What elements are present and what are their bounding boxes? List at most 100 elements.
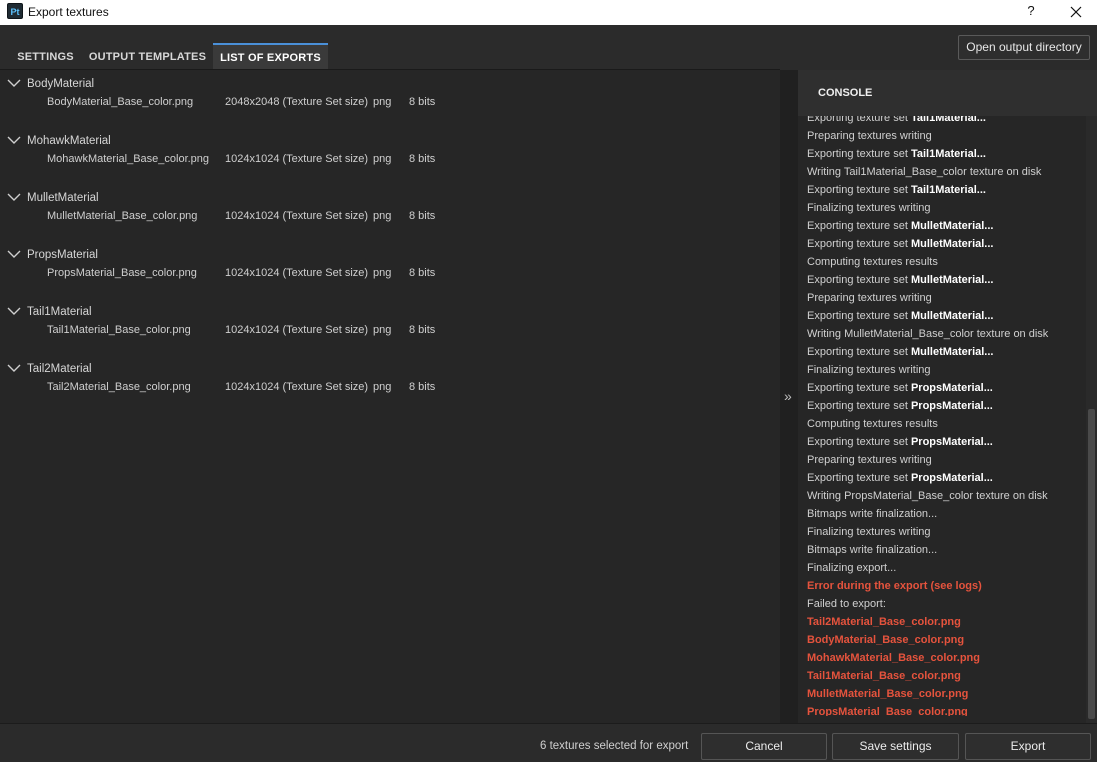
cancel-button[interactable]: Cancel	[701, 733, 827, 760]
file-size: 1024x1024 (Texture Set size)	[225, 381, 369, 393]
tab-bar: SETTINGS OUTPUT TEMPLATES LIST OF EXPORT…	[0, 25, 1097, 70]
console-error-line: PropsMaterial_Base_color.png	[807, 703, 968, 716]
export-group: MohawkMaterial MohawkMaterial_Base_color…	[0, 127, 780, 184]
chevron-down-icon[interactable]	[7, 77, 21, 89]
file-name: Tail1Material_Base_color.png	[47, 324, 191, 336]
console-line-text: Error during the export (see logs)	[807, 580, 982, 592]
console-line: Exporting texture set Tail1Material...	[807, 181, 986, 199]
export-file-row[interactable]: PropsMaterial_Base_color.png 1024x1024 (…	[0, 267, 780, 281]
console-line: Exporting texture set MulletMaterial...	[807, 217, 993, 235]
window-title: Export textures	[28, 5, 109, 19]
console-line: Bitmaps write finalization...	[807, 541, 937, 559]
export-button[interactable]: Export	[965, 733, 1091, 760]
group-header[interactable]: Tail1Material	[0, 304, 300, 320]
console-error-line: MohawkMaterial_Base_color.png	[807, 649, 980, 667]
export-group: Tail2Material Tail2Material_Base_color.p…	[0, 355, 780, 412]
console-line: Writing PropsMaterial_Base_color texture…	[807, 487, 1048, 505]
console-error-line: Tail1Material_Base_color.png	[807, 667, 961, 685]
console-scroll-thumb[interactable]	[1088, 409, 1095, 719]
console-line-text: Exporting texture set	[807, 400, 911, 412]
console-line: Computing textures results	[807, 415, 938, 433]
console-line-text: Preparing textures writing	[807, 292, 932, 304]
console-line-text: BodyMaterial_Base_color.png	[807, 634, 965, 646]
console-line: Exporting texture set PropsMaterial...	[807, 433, 993, 451]
export-file-row[interactable]: Tail1Material_Base_color.png 1024x1024 (…	[0, 324, 780, 338]
material-name: Tail1Material	[27, 306, 92, 318]
export-group: BodyMaterial BodyMaterial_Base_color.png…	[0, 70, 780, 127]
chevron-down-icon[interactable]	[7, 362, 21, 374]
console-title: CONSOLE	[818, 87, 873, 99]
console-line: Exporting texture set MulletMaterial...	[807, 271, 993, 289]
console-line: Bitmaps write finalization...	[807, 505, 937, 523]
material-name: MohawkMaterial	[27, 135, 111, 147]
console-line: Failed to export:	[807, 595, 886, 613]
chevron-down-icon[interactable]	[7, 134, 21, 146]
tab-list-of-exports[interactable]: LIST OF EXPORTS	[213, 43, 328, 70]
console-line: Exporting texture set Tail1Material...	[807, 145, 986, 163]
console-line-text: Exporting texture set	[807, 116, 911, 124]
export-file-row[interactable]: MohawkMaterial_Base_color.png 1024x1024 …	[0, 153, 780, 167]
file-name: BodyMaterial_Base_color.png	[47, 96, 194, 108]
console-line-texture-set: Tail1Material...	[910, 148, 986, 160]
group-header[interactable]: BodyMaterial	[0, 76, 300, 92]
chevron-down-icon[interactable]	[7, 305, 21, 317]
file-format: png	[373, 210, 392, 222]
console-scrollbar[interactable]	[1086, 116, 1097, 723]
help-button[interactable]: ?	[1021, 2, 1041, 22]
console-line-text: Exporting texture set	[807, 148, 911, 160]
group-header[interactable]: MulletMaterial	[0, 190, 300, 206]
console-line: Writing MulletMaterial_Base_color textur…	[807, 325, 1048, 343]
file-bit-depth: 8 bits	[409, 153, 436, 165]
console-panel: Exporting texture set Tail1Material... Pr…	[798, 116, 1097, 723]
open-output-directory-button[interactable]: Open output directory	[958, 35, 1090, 60]
footer-bar: 6 textures selected for export Cancel Sa…	[0, 723, 1097, 762]
close-button[interactable]	[1064, 1, 1088, 23]
console-line-text: Exporting texture set	[807, 220, 911, 232]
save-settings-button[interactable]: Save settings	[832, 733, 959, 760]
file-name: MohawkMaterial_Base_color.png	[47, 153, 210, 165]
tab-settings[interactable]: SETTINGS	[8, 43, 83, 70]
console-error-line: Tail2Material_Base_color.png	[807, 613, 961, 631]
collapse-console-icon[interactable]: »	[784, 388, 792, 404]
console-line: Writing Tail1Material_Base_color texture…	[807, 163, 1041, 181]
console-line-texture-set: PropsMaterial...	[910, 400, 993, 412]
close-icon	[1070, 6, 1082, 18]
console-line: Exporting texture set MulletMaterial...	[807, 343, 993, 361]
console-line-text: Finalizing textures writing	[807, 202, 931, 214]
chevron-down-icon[interactable]	[7, 191, 21, 203]
console-line-texture-set: MulletMaterial...	[910, 220, 994, 232]
group-header[interactable]: Tail2Material	[0, 361, 300, 377]
tab-output-templates[interactable]: OUTPUT TEMPLATES	[84, 43, 211, 70]
console-line-text: Writing MulletMaterial_Base_color textur…	[807, 328, 1049, 340]
console-error-line: MulletMaterial_Base_color.png	[807, 685, 968, 703]
console-line-text: Preparing textures writing	[807, 454, 932, 466]
file-size: 1024x1024 (Texture Set size)	[225, 210, 369, 222]
export-group: MulletMaterial MulletMaterial_Base_color…	[0, 184, 780, 241]
console-line: Preparing textures writing	[807, 451, 932, 469]
group-header[interactable]: PropsMaterial	[0, 247, 300, 263]
export-file-row[interactable]: BodyMaterial_Base_color.png 2048x2048 (T…	[0, 96, 780, 110]
console-line: Exporting texture set MulletMaterial...	[807, 235, 993, 253]
console-line-text: Exporting texture set	[807, 436, 911, 448]
group-header[interactable]: MohawkMaterial	[0, 133, 300, 149]
file-name: MulletMaterial_Base_color.png	[47, 210, 198, 222]
console-line-texture-set: Tail1Material...	[910, 116, 986, 124]
console-line-text: Tail1Material_Base_color.png	[807, 670, 961, 682]
file-format: png	[373, 381, 392, 393]
selection-status: 6 textures selected for export	[540, 740, 689, 752]
console-line-text: Computing textures results	[807, 418, 938, 430]
chevron-down-icon[interactable]	[7, 248, 21, 260]
export-file-row[interactable]: Tail2Material_Base_color.png 1024x1024 (…	[0, 381, 780, 395]
console-line-texture-set: PropsMaterial...	[910, 382, 993, 394]
material-name: BodyMaterial	[27, 78, 95, 90]
console-line-text: Preparing textures writing	[807, 130, 932, 142]
console-line: Finalizing textures writing	[807, 523, 931, 541]
console-line-text: Writing PropsMaterial_Base_color texture…	[807, 490, 1048, 502]
file-bit-depth: 8 bits	[409, 96, 436, 108]
export-file-row[interactable]: MulletMaterial_Base_color.png 1024x1024 …	[0, 210, 780, 224]
material-name: PropsMaterial	[27, 249, 98, 261]
console-line: Exporting texture set Tail1Material...	[807, 116, 986, 127]
console-line-text: Bitmaps write finalization...	[807, 544, 938, 556]
file-format: png	[373, 96, 392, 108]
console-line: Exporting texture set PropsMaterial...	[807, 379, 993, 397]
